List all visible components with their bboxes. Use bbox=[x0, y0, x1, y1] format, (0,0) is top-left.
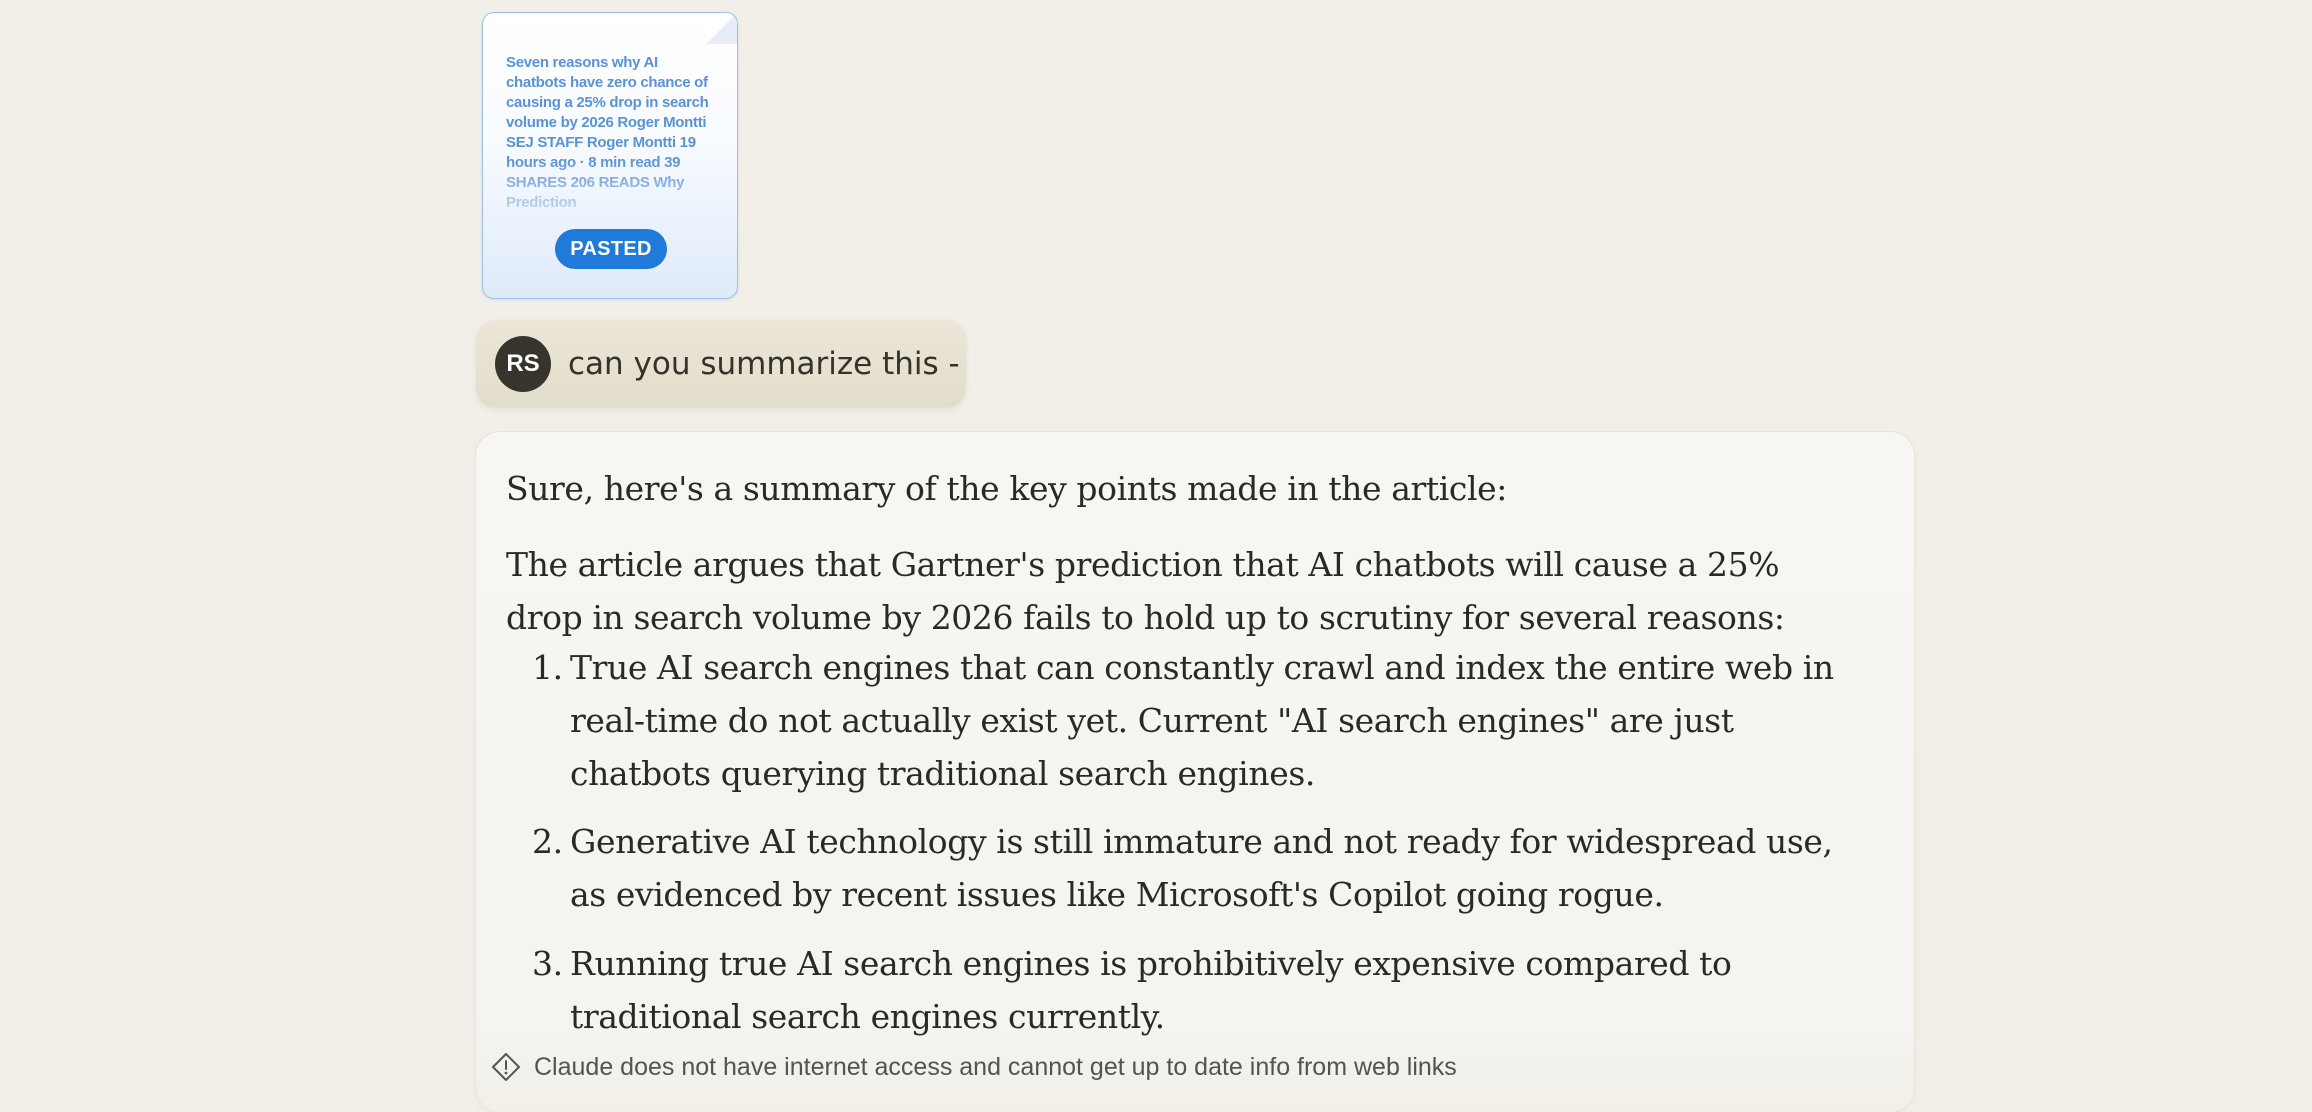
attachment-preview-text: Seven reasons why AI chatbots have zero … bbox=[506, 54, 709, 211]
summary-intro: Sure, here's a summary of the key points… bbox=[506, 469, 1507, 508]
list-item-number: 3. bbox=[532, 944, 563, 983]
disclaimer-text: Claude does not have internet access and… bbox=[534, 1052, 1457, 1081]
assistant-message: Sure, here's a summary of the key points… bbox=[476, 432, 1914, 1112]
pasted-attachment-card[interactable]: Seven reasons why AI chatbots have zero … bbox=[482, 12, 738, 299]
list-item-text: True AI search engines that can constant… bbox=[570, 648, 1834, 793]
list-item-text: Running true AI search engines is prohib… bbox=[570, 944, 1732, 1036]
list-item-text: Generative AI technology is still immatu… bbox=[570, 822, 1833, 914]
warning-diamond-icon bbox=[492, 1053, 520, 1081]
user-message-text: can you summarize this - bbox=[568, 346, 960, 382]
user-avatar: RS bbox=[495, 336, 551, 392]
page-fold-corner bbox=[706, 13, 737, 44]
list-item-number: 2. bbox=[532, 822, 563, 861]
user-message: RS can you summarize this - bbox=[476, 320, 966, 408]
summary-argument: The article argues that Gartner's predic… bbox=[506, 545, 1785, 637]
pasted-badge: PASTED bbox=[555, 229, 667, 269]
internet-access-disclaimer: Claude does not have internet access and… bbox=[490, 1050, 1457, 1084]
list-item-number: 1. bbox=[532, 648, 563, 687]
